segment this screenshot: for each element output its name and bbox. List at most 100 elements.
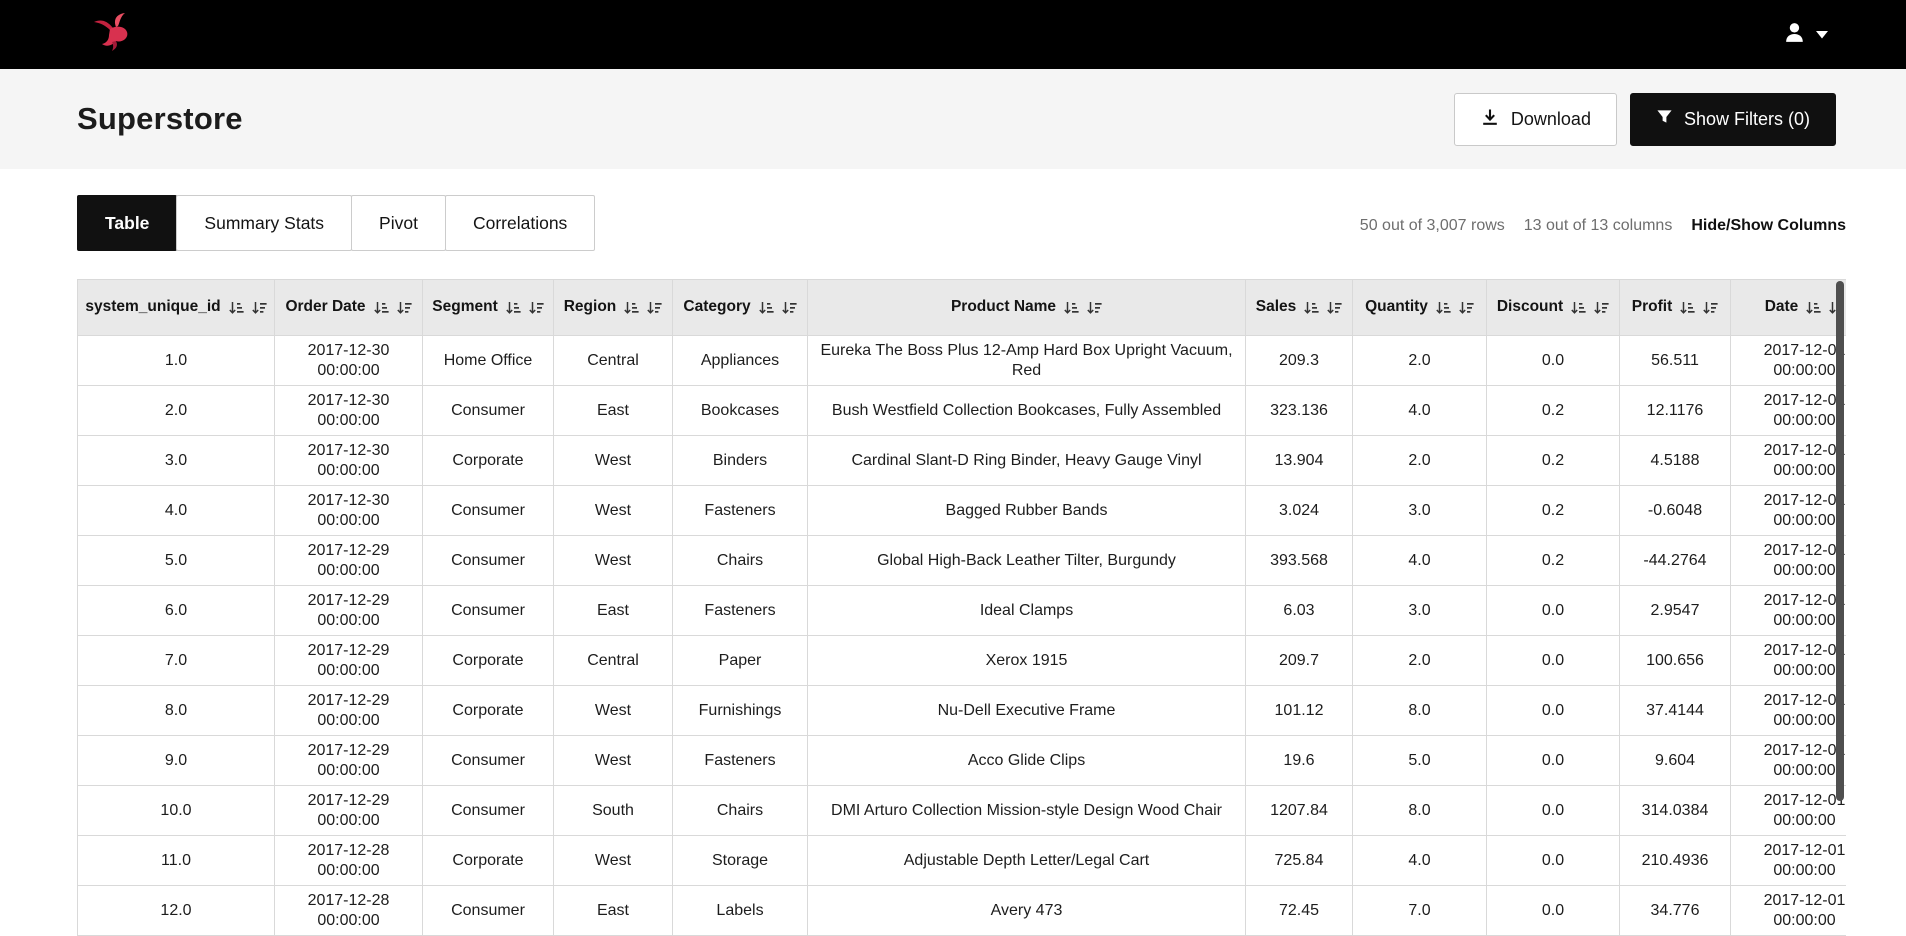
- table-cell: Labels: [672, 885, 808, 936]
- table-cell: 3.0: [1352, 485, 1487, 537]
- table-row: 5.0 2017-12-29 00:00:00 Consumer West Chairs…: [77, 535, 1846, 587]
- column-header-discount: Discount: [1486, 279, 1620, 336]
- table-cell: Corporate: [422, 635, 554, 687]
- table-cell: 0.0: [1486, 785, 1620, 837]
- table-cell: 2017-12-28 00:00:00: [274, 885, 423, 936]
- tabs-row: Table Summary Stats Pivot Correlations 50 o…: [77, 195, 1846, 251]
- table-cell: 9.604: [1619, 735, 1731, 787]
- table-cell: Adjustable Depth Letter/Legal Cart: [807, 835, 1246, 887]
- table-cell: 12.0: [77, 885, 275, 936]
- sort-desc-icon[interactable]: [1702, 300, 1718, 316]
- table-cell: 3.024: [1245, 485, 1353, 537]
- table-cell: 2017-12-01 00:00:00: [1730, 735, 1846, 787]
- column-label: Quantity: [1365, 298, 1428, 316]
- table-cell: 8.0: [77, 685, 275, 737]
- column-label: Discount: [1496, 298, 1564, 316]
- sort-asc-icon[interactable]: [228, 300, 244, 316]
- sort-asc-icon[interactable]: [1063, 300, 1079, 316]
- download-button[interactable]: Download: [1453, 92, 1617, 146]
- sort-desc-icon[interactable]: [396, 300, 412, 316]
- hide-show-columns-link[interactable]: Hide/Show Columns: [1691, 217, 1846, 235]
- filter-funnel-icon: [1656, 108, 1673, 130]
- user-icon: [1783, 22, 1808, 48]
- scrollbar-thumb[interactable]: [1836, 281, 1844, 801]
- table-cell: 2017-12-01 00:00:00: [1730, 535, 1846, 587]
- table-cell: Furnishings: [672, 685, 808, 737]
- table-cell: East: [553, 585, 673, 637]
- table-cell: Central: [553, 334, 673, 387]
- table-cell: 6.0: [77, 585, 275, 637]
- table-cell: 0.0: [1486, 685, 1620, 737]
- tab-summary-stats[interactable]: Summary Stats: [176, 195, 353, 251]
- sort-desc-icon[interactable]: [1458, 300, 1474, 316]
- table-cell: 393.568: [1245, 535, 1353, 587]
- table-cell: Bookcases: [672, 385, 808, 437]
- sort-desc-icon[interactable]: [781, 300, 797, 316]
- tab-pivot[interactable]: Pivot: [351, 195, 446, 251]
- table-row: 4.0 2017-12-30 00:00:00 Consumer West Fasten…: [77, 485, 1846, 537]
- table-cell: 2017-12-28 00:00:00: [274, 835, 423, 887]
- table-cell: Avery 473: [807, 885, 1246, 936]
- table-cell: 4.0: [77, 485, 275, 537]
- sort-asc-icon[interactable]: [758, 300, 774, 316]
- table-cell: East: [553, 385, 673, 437]
- table-cell: West: [553, 685, 673, 737]
- table-cell: Fasteners: [672, 735, 808, 787]
- tab-table[interactable]: Table: [77, 195, 178, 251]
- sort-desc-icon[interactable]: [646, 300, 662, 316]
- table-cell: 1207.84: [1245, 785, 1353, 837]
- column-label: Date: [1764, 298, 1799, 316]
- table-cell: 4.5188: [1619, 435, 1731, 487]
- show-filters-button[interactable]: Show Filters (0): [1629, 92, 1836, 146]
- column-header-quantity: Quantity: [1352, 279, 1487, 336]
- table-cell: 1.0: [77, 334, 275, 387]
- table-cell: Corporate: [422, 835, 554, 887]
- table-cell: 4.0: [1352, 835, 1487, 887]
- top-navbar: [0, 0, 1906, 69]
- sort-desc-icon[interactable]: [1326, 300, 1342, 316]
- hummingbird-icon: [92, 13, 138, 56]
- table-cell: 13.904: [1245, 435, 1353, 487]
- table-cell: 5.0: [1352, 735, 1487, 787]
- table-cell: Ideal Clamps: [807, 585, 1246, 637]
- table-cell: Eureka The Boss Plus 12-Amp Hard Box Upr…: [807, 334, 1246, 387]
- tab-correlations[interactable]: Correlations: [444, 195, 596, 251]
- table-cell: West: [553, 835, 673, 887]
- table-cell: 2017-12-01 00:00:00: [1730, 885, 1846, 936]
- sort-asc-icon[interactable]: [1805, 300, 1821, 316]
- sort-desc-icon[interactable]: [1593, 300, 1609, 316]
- table-cell: 2017-12-29 00:00:00: [274, 735, 423, 787]
- sort-asc-icon[interactable]: [505, 300, 521, 316]
- sort-asc-icon[interactable]: [1570, 300, 1586, 316]
- table-cell: Paper: [672, 635, 808, 687]
- vertical-scrollbar[interactable]: [1836, 279, 1845, 896]
- sort-asc-icon[interactable]: [1303, 300, 1319, 316]
- table-row: 6.0 2017-12-29 00:00:00 Consumer East Fasten…: [77, 585, 1846, 637]
- table-cell: 7.0: [1352, 885, 1487, 936]
- table-cell: 209.7: [1245, 635, 1353, 687]
- column-label: Sales: [1255, 298, 1297, 316]
- page-title: Superstore: [77, 101, 243, 136]
- app-logo[interactable]: [92, 13, 138, 56]
- column-label: Product Name: [950, 298, 1057, 316]
- sort-asc-icon[interactable]: [1679, 300, 1695, 316]
- table-header-row: system_unique_id Order Date Segment Regi…: [77, 279, 1846, 336]
- sort-asc-icon[interactable]: [373, 300, 389, 316]
- sort-asc-icon[interactable]: [623, 300, 639, 316]
- table-cell: 0.0: [1486, 585, 1620, 637]
- column-header-order-date: Order Date: [274, 279, 423, 336]
- table-cell: Bagged Rubber Bands: [807, 485, 1246, 537]
- column-label: system_unique_id: [85, 298, 221, 316]
- table-cell: 34.776: [1619, 885, 1731, 936]
- table-cell: 4.0: [1352, 385, 1487, 437]
- sort-desc-icon[interactable]: [528, 300, 544, 316]
- sort-desc-icon[interactable]: [1086, 300, 1102, 316]
- table-cell: 2017-12-01 00:00:00: [1730, 685, 1846, 737]
- tabs: Table Summary Stats Pivot Correlations: [77, 195, 596, 251]
- table-cell: Home Office: [422, 334, 554, 387]
- user-menu[interactable]: [1783, 22, 1828, 48]
- sort-asc-icon[interactable]: [1435, 300, 1451, 316]
- sort-desc-icon[interactable]: [251, 300, 267, 316]
- columns-count: 13 out of 13 columns: [1523, 217, 1673, 234]
- table-cell: Nu-Dell Executive Frame: [807, 685, 1246, 737]
